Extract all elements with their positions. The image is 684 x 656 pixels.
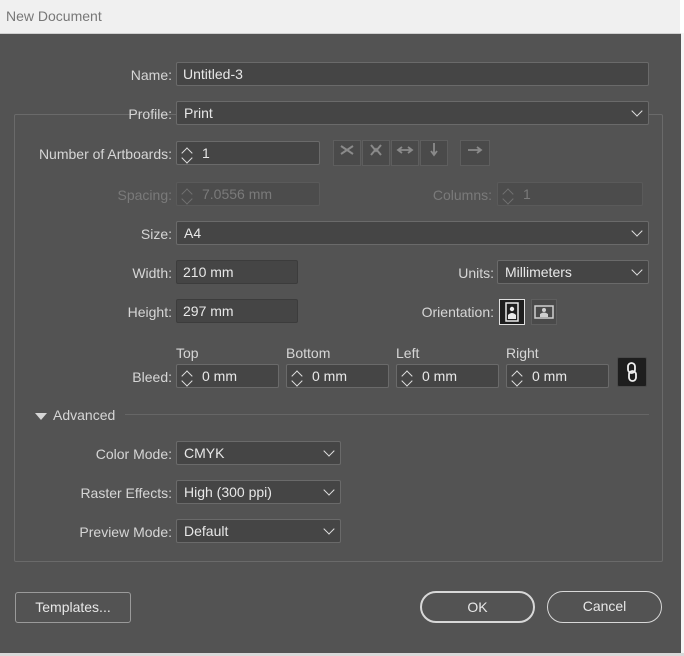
- chevron-down-icon: [323, 484, 335, 496]
- triangle-down-icon: [35, 413, 47, 420]
- height-label: Height:: [127, 304, 172, 320]
- bleed-bottom-input[interactable]: 0 mm: [286, 364, 389, 388]
- preview-mode-value: Default: [184, 523, 229, 539]
- right-to-left-icon[interactable]: [460, 140, 490, 166]
- chevron-down-icon: [323, 445, 335, 457]
- advanced-label: Advanced: [53, 407, 116, 423]
- width-label: Width:: [132, 265, 172, 281]
- bleed-left-stepper[interactable]: [397, 365, 419, 389]
- bleed-right-input[interactable]: 0 mm: [506, 364, 609, 388]
- bleed-top-label: Top: [176, 345, 199, 361]
- portrait-icon: [505, 302, 519, 322]
- bleed-bottom-label: Bottom: [286, 345, 331, 361]
- bleed-label: Bleed:: [132, 369, 172, 385]
- chevron-down-icon: [631, 105, 643, 117]
- divider: [125, 414, 649, 415]
- raster-effects-label: Raster Effects:: [80, 485, 172, 501]
- columns-stepper[interactable]: [498, 183, 520, 207]
- bleed-left-input[interactable]: 0 mm: [396, 364, 499, 388]
- ok-button[interactable]: OK: [420, 591, 535, 623]
- bleed-top-input[interactable]: 0 mm: [176, 364, 279, 388]
- templates-button[interactable]: Templates...: [15, 592, 131, 623]
- bleed-right-stepper[interactable]: [507, 365, 529, 389]
- columns-label: Columns:: [432, 187, 492, 203]
- window-title: New Document: [6, 8, 102, 24]
- link-icon: [627, 362, 637, 382]
- bleed-right-label: Right: [506, 345, 539, 361]
- preview-mode-label: Preview Mode:: [79, 524, 172, 540]
- spacing-label: Spacing:: [117, 187, 172, 203]
- spacing-input[interactable]: 7.0556 mm: [176, 182, 320, 206]
- width-input[interactable]: 210 mm: [176, 260, 298, 284]
- arrange-by-row-icon[interactable]: [391, 140, 419, 166]
- raster-effects-value: High (300 ppi): [184, 484, 272, 500]
- raster-effects-select[interactable]: High (300 ppi): [176, 480, 341, 504]
- profile-label: Profile:: [128, 106, 172, 122]
- columns-input[interactable]: 1: [497, 182, 643, 206]
- spacing-stepper[interactable]: [177, 183, 199, 207]
- preview-mode-select[interactable]: Default: [176, 519, 341, 543]
- profile-select[interactable]: Print: [176, 101, 649, 125]
- size-select[interactable]: A4: [176, 221, 649, 245]
- name-input[interactable]: Untitled-3: [176, 62, 649, 86]
- color-mode-label: Color Mode:: [95, 446, 172, 462]
- bleed-left-label: Left: [396, 345, 420, 361]
- chevron-down-icon: [323, 523, 335, 535]
- artboards-input[interactable]: 1: [176, 141, 320, 165]
- color-mode-select[interactable]: CMYK: [176, 441, 341, 465]
- landscape-icon: [534, 305, 554, 319]
- size-label: Size:: [140, 226, 172, 242]
- portrait-button[interactable]: [499, 299, 525, 325]
- height-input[interactable]: 297 mm: [176, 299, 298, 323]
- title-bar: New Document: [0, 0, 684, 34]
- profile-value: Print: [184, 105, 213, 121]
- units-select[interactable]: Millimeters: [497, 260, 649, 284]
- cancel-button[interactable]: Cancel: [547, 591, 662, 623]
- landscape-button[interactable]: [531, 299, 557, 325]
- arrange-by-column-icon[interactable]: [420, 140, 448, 166]
- artboards-stepper[interactable]: [177, 142, 199, 166]
- size-value: A4: [184, 225, 202, 241]
- grid-by-row-icon[interactable]: [333, 140, 361, 166]
- orientation-label: Orientation:: [421, 304, 494, 320]
- color-mode-value: CMYK: [184, 445, 225, 461]
- units-label: Units:: [458, 265, 494, 281]
- grid-by-column-icon[interactable]: [362, 140, 390, 166]
- artboards-label: Number of Artboards:: [38, 146, 172, 162]
- link-bleed-button[interactable]: [617, 357, 647, 387]
- chevron-down-icon: [631, 264, 643, 276]
- bleed-bottom-stepper[interactable]: [287, 365, 309, 389]
- bleed-top-stepper[interactable]: [177, 365, 199, 389]
- name-label: Name:: [130, 67, 172, 83]
- units-value: Millimeters: [505, 264, 572, 280]
- chevron-down-icon: [631, 225, 643, 237]
